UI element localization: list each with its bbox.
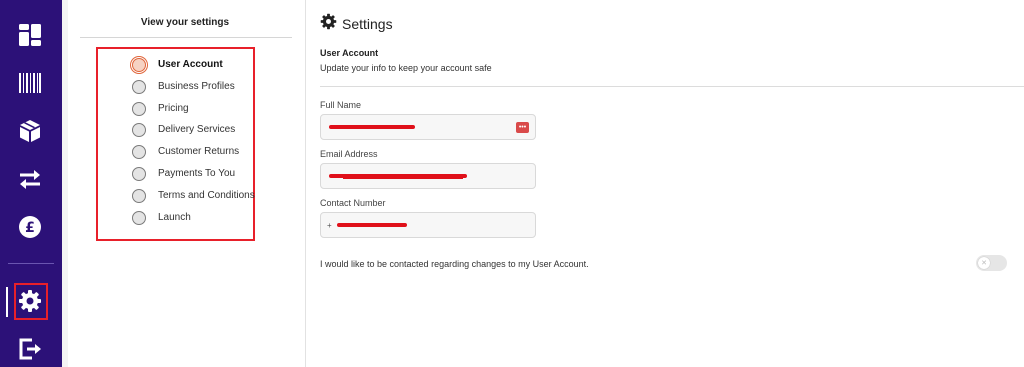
step-radio-icon[interactable] xyxy=(132,167,146,181)
settings-step-label: Customer Returns xyxy=(158,146,240,158)
svg-text:£: £ xyxy=(25,220,35,236)
sidebar-divider xyxy=(8,263,54,264)
gear-icon[interactable] xyxy=(13,284,47,318)
contact-field[interactable]: + xyxy=(320,212,536,238)
settings-step-label: Business Profiles xyxy=(158,80,235,92)
contact-label: Contact Number xyxy=(320,198,386,208)
contact-preference-toggle[interactable]: ✕ xyxy=(976,255,1007,271)
settings-step-label: Pricing xyxy=(158,102,189,114)
step-radio-icon[interactable] xyxy=(132,210,146,225)
settings-step-label: Delivery Services xyxy=(158,124,236,136)
toggle-off-icon: ✕ xyxy=(978,257,990,269)
settings-step-label: Payments To You xyxy=(158,168,236,179)
settings-step-label: User Account xyxy=(158,59,223,70)
contact-preference-text: I would like to be contacted regarding c… xyxy=(320,259,589,269)
redacted-value xyxy=(337,223,407,227)
contact-prefix: + xyxy=(327,220,332,230)
transfer-arrows-icon[interactable] xyxy=(13,162,47,196)
dashboard-icon[interactable] xyxy=(13,18,47,52)
gear-icon xyxy=(320,13,337,35)
settings-step-label: Launch xyxy=(158,211,191,223)
settings-nav-panel: View your settings xyxy=(68,0,306,367)
section-subtitle: Update your info to keep your account sa… xyxy=(320,63,492,73)
section-divider xyxy=(320,86,1024,87)
full-name-field[interactable]: ••• xyxy=(320,114,536,140)
redacted-underline xyxy=(343,178,463,179)
settings-step-label: Terms and Conditions xyxy=(158,189,255,201)
settings-nav-divider xyxy=(80,37,292,38)
step-radio-icon[interactable] xyxy=(132,188,146,203)
page-header: Settings xyxy=(320,13,393,35)
settings-nav-title: View your settings xyxy=(140,17,230,28)
full-name-label: Full Name xyxy=(320,100,362,110)
active-indicator xyxy=(6,287,8,317)
redacted-value xyxy=(329,125,415,129)
main-content: Settings User Account Update your info t… xyxy=(307,0,1024,367)
email-field[interactable] xyxy=(320,163,536,189)
page-title: Settings xyxy=(342,16,393,32)
sidebar: £ xyxy=(0,0,62,367)
step-radio-icon[interactable] xyxy=(132,79,146,94)
step-radio-icon[interactable] xyxy=(132,101,146,116)
section-title: User Account xyxy=(320,48,379,58)
step-radio-icon[interactable] xyxy=(132,58,146,72)
box-icon[interactable] xyxy=(13,114,47,148)
barcode-icon[interactable] xyxy=(13,66,47,100)
app-root: £ View your settings User Account Busine… xyxy=(0,0,1024,367)
email-label: Email Address xyxy=(320,149,378,159)
pound-icon[interactable]: £ xyxy=(13,210,47,244)
logout-icon[interactable] xyxy=(13,332,47,366)
more-icon[interactable]: ••• xyxy=(516,122,529,133)
